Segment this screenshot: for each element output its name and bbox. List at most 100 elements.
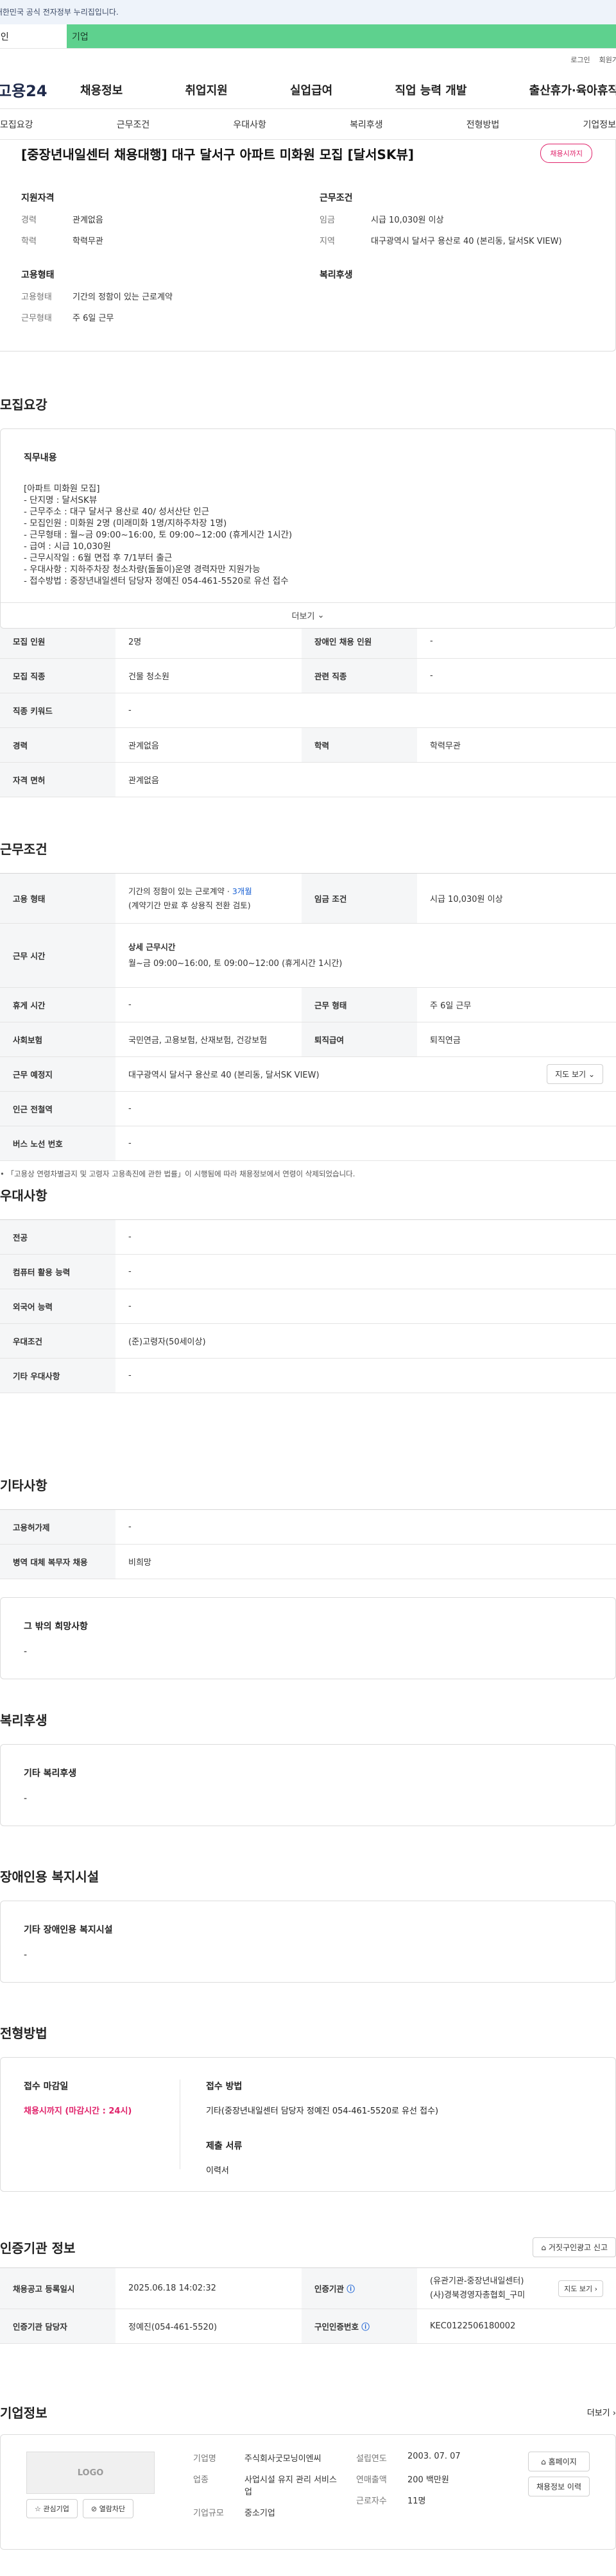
duty-text: [아파트 미화원 모집] - 단지명 : 달서SK뷰 - 근무주소 : 대구 달서구…	[24, 483, 592, 587]
welfare-box: 기타 복리후생 -	[0, 1744, 616, 1826]
summary-value: 시급 10,030원 이상	[371, 216, 444, 225]
subnav-recruit[interactable]: 모집요강	[0, 118, 33, 131]
map-button[interactable]: 지도 보기 ⌄	[547, 1064, 603, 1084]
tab-individual[interactable]: 개인	[0, 24, 67, 48]
row-label: 기타 우대사항	[0, 1358, 116, 1393]
company-label: 근로자수	[356, 2496, 387, 2506]
gnb-item-training[interactable]: 직업 능력 개발	[395, 81, 467, 98]
org-map-button-label: 지도 보기	[564, 2284, 593, 2293]
row-value: -	[116, 1289, 616, 1324]
table-row: 인증기관 담당자 정예진(054-461-5520) 구인인증번호 ⓘ KEC0…	[0, 2309, 616, 2344]
gnb-item-employment-support[interactable]: 취업지원	[185, 81, 228, 98]
row-value: KEC0122506180002	[417, 2309, 616, 2344]
org-map-button[interactable]: 지도 보기 ›	[558, 2280, 603, 2297]
deadline-badge: 채용시까지	[540, 144, 592, 163]
favorite-label: 관심기업	[43, 2505, 69, 2513]
block-view-button[interactable]: ⊘ 열람차단	[82, 2499, 134, 2518]
etc-title: 기타사항	[0, 1478, 47, 1493]
join-link[interactable]: 회원가	[599, 55, 616, 65]
company-employees: 11명	[407, 2496, 426, 2506]
row-label: 근무 형태	[302, 987, 417, 1022]
summary-label: 경력	[21, 216, 37, 225]
summary-value: 학력무관	[73, 237, 103, 246]
disability-box-value: -	[24, 1950, 28, 1960]
member-tabs: 개인 기업	[0, 24, 616, 49]
welfare-box-value: -	[24, 1793, 28, 1804]
company-industry: 사업시설 유지 관리 서비스업	[244, 2475, 337, 2497]
company-info-left: 기업명 주식회사굿모닝이엔씨 업종 사업시설 유지 관리 서비스업 기업규모 중소기업	[193, 2452, 341, 2532]
docs-heading: 제출 서류	[206, 2141, 243, 2151]
info-icon[interactable]: ⓘ	[346, 2284, 355, 2294]
chevron-down-icon: ⌄	[588, 1070, 595, 1079]
block-icon: ⊘	[90, 2505, 98, 2513]
summary-employment: 고용형태 고용형태 기간의 정함이 있는 근로계약 근무형태 주 6일 근무	[21, 268, 294, 332]
duty-more-button[interactable]: 더보기 ⌄	[1, 602, 615, 628]
row-value: 2025.06.18 14:02:32	[116, 2267, 302, 2309]
org-value-2: (사)경북경영자총협회_구미	[430, 2290, 526, 2300]
duty-line: - 우대사항 : 지하주차장 청소차량(돌돌이)운영 경력자만 지원가능	[24, 564, 261, 575]
subnav-pref[interactable]: 우대사항	[233, 118, 266, 131]
row-value: -	[116, 693, 616, 728]
age-notice: • 「고용상 연령차별금지 및 고령자 고용촉진에 관한 법률」이 시행됨에 따…	[0, 1169, 355, 1178]
table-row: 인근 전철역 -	[0, 1091, 616, 1126]
subnav-welfare[interactable]: 복리후생	[350, 118, 383, 131]
site-logo[interactable]: 고용24	[0, 78, 80, 101]
company-more-link[interactable]: 더보기 ›	[587, 2406, 616, 2418]
table-row: 근무 예정지 대구광역시 달서구 용산로 40 (본리동, 달서SK VIEW) 지…	[0, 1056, 616, 1092]
chevron-down-icon: ⌄	[317, 611, 325, 620]
row-value: 상세 근무시간 월~금 09:00~16:00, 토 09:00~12:00 (…	[116, 923, 616, 988]
subnav-company[interactable]: 기업정보	[583, 118, 616, 131]
row-label: 근무 예정지	[0, 1056, 116, 1092]
favorite-company-button[interactable]: ☆ 관심기업	[26, 2499, 78, 2518]
summary-value: 대구광역시 달서구 용산로 40 (본리동, 달서SK VIEW)	[371, 237, 562, 246]
gnb-item-leave[interactable]: 출산휴가·육아휴직	[529, 81, 616, 98]
company-label: 업종	[193, 2475, 209, 2485]
table-row: 직종 키워드 -	[0, 693, 616, 728]
duty-line: - 급여 : 시급 10,030원	[24, 541, 111, 552]
company-box: LOGO ☆ 관심기업 ⊘ 열람차단 기업명 주식회사굿모닝이엔씨 업종 사업시설 …	[0, 2434, 616, 2550]
row-label: 채용공고 등록일시	[0, 2267, 116, 2309]
table-row: 외국어 능력 -	[0, 1289, 616, 1324]
work-section: 근무조건 고용 형태 기간의 정함이 있는 근로계약 · 3개월 (계약기간 만…	[0, 839, 616, 1179]
disability-box-heading: 기타 장애인용 복지시설	[24, 1925, 113, 1935]
company-logo: LOGO	[26, 2452, 155, 2494]
tab-company[interactable]: 기업	[67, 24, 616, 48]
subnav-work[interactable]: 근무조건	[117, 118, 150, 131]
row-label: 전공	[0, 1219, 116, 1255]
row-value: 시급 10,030원 이상	[417, 873, 616, 924]
company-title: 기업정보	[0, 2405, 47, 2421]
site-logo-text: 고용24	[0, 82, 47, 100]
row-value: 기간의 정함이 있는 근로계약 · 3개월 (계약기간 만료 후 상용직 전환 …	[116, 873, 302, 924]
method-col: 접수 방법 기타(중장년내일센터 담당자 정예진 054-461-5520로 유…	[180, 2080, 438, 2176]
table-row: 우대조건 (준)고령자(50세이상)	[0, 1323, 616, 1359]
disability-box: 기타 장애인용 복지시설 -	[0, 1901, 616, 1983]
employment-period: 3개월	[232, 886, 252, 896]
job-summary-card: [중장년내일센터 채용대행] 대구 달서구 아파트 미화원 모집 [달서SK뷰]…	[0, 140, 616, 352]
duty-line: - 단지명 : 달서SK뷰	[24, 495, 98, 505]
row-value: 비희망	[116, 1544, 616, 1579]
pref-section: 우대사항 전공 - 컴퓨터 활용 능력 - 외국어 능력 - 우대조건 (준)고령자(5…	[0, 1185, 616, 1393]
row-value: -	[116, 1091, 616, 1126]
welfare-heading: 복리후생	[320, 270, 353, 280]
employment-sub: (계약기간 만료 후 상용직 전환 검토)	[128, 900, 251, 910]
subnav-screening[interactable]: 전형방법	[466, 118, 500, 131]
login-link[interactable]: 로그인	[570, 55, 590, 65]
company-info-right: 설립연도 2003. 07. 07 연매출액 200 백만원 근로자수 11명	[356, 2452, 484, 2532]
row-value: -	[417, 623, 616, 659]
gnb-item-unemployment[interactable]: 실업급여	[290, 81, 332, 98]
row-value: 2명	[116, 623, 302, 659]
cert-table: 채용공고 등록일시 2025.06.18 14:02:32 인증기관 ⓘ (유관…	[0, 2267, 616, 2344]
duty-heading: 직무내용	[24, 453, 57, 463]
table-row: 모집 인원 2명 장애인 채용 인원 -	[0, 623, 616, 659]
block-label: 열람차단	[99, 2505, 126, 2513]
homepage-button[interactable]: ⌂ 홈페이지	[527, 2452, 590, 2471]
report-button[interactable]: ⌂ 거짓구인광고 신고	[533, 2237, 616, 2257]
other-wishes-box: 그 밖의 희망사항 -	[0, 1597, 616, 1679]
row-label: 고용 형태	[0, 873, 116, 924]
gnb-item-jobs[interactable]: 채용정보	[80, 81, 123, 98]
job-history-button[interactable]: 채용정보 이력	[527, 2477, 590, 2496]
info-icon[interactable]: ⓘ	[361, 2322, 370, 2332]
table-row: 버스 노선 번호 -	[0, 1126, 616, 1161]
summary-label: 학력	[21, 237, 37, 246]
row-label: 자격 면허	[0, 762, 116, 797]
